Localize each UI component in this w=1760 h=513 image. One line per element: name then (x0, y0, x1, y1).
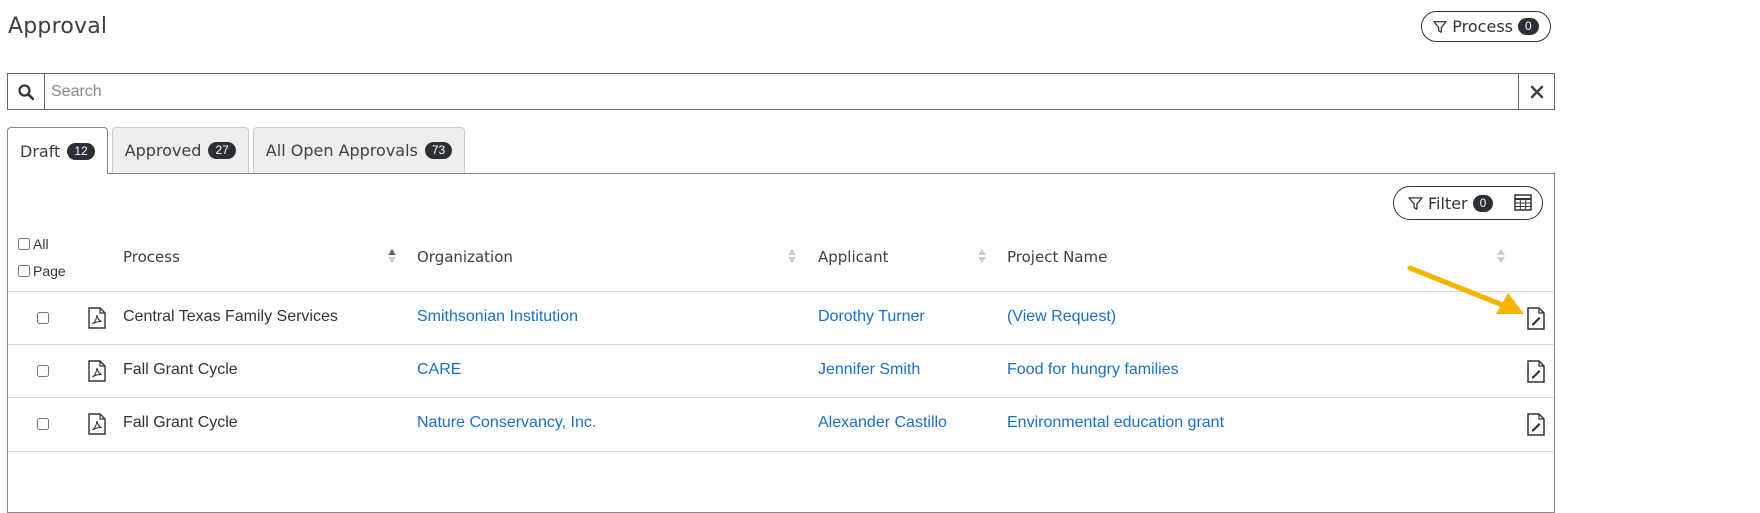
row-divider (8, 451, 1554, 452)
project-name-link[interactable]: Environmental education grant (1007, 414, 1224, 432)
column-header-project-name[interactable]: Project Name (1007, 248, 1107, 266)
page-title: Approval (8, 14, 108, 39)
column-header-applicant[interactable]: Applicant (818, 248, 888, 266)
select-all-input[interactable] (18, 238, 30, 250)
table-grid-icon[interactable] (1514, 194, 1532, 211)
organization-link[interactable]: Nature Conservancy, Inc. (417, 414, 596, 432)
search-input[interactable] (45, 74, 1518, 109)
tab-count-badge: 27 (208, 142, 236, 159)
select-all-label: All (33, 236, 49, 252)
column-header-process[interactable]: Process (123, 248, 180, 266)
pdf-file-icon[interactable] (88, 307, 106, 329)
tab-label: All Open Approvals (265, 141, 418, 160)
tab-label: Draft (20, 141, 61, 161)
process-count-badge: 0 (1518, 18, 1539, 35)
process-button-label: Process (1452, 17, 1513, 36)
sort-applicant-icon[interactable] (978, 249, 986, 265)
filter-icon (1408, 196, 1423, 210)
column-header-organization[interactable]: Organization (417, 248, 513, 266)
edit-document-icon[interactable] (1527, 307, 1545, 330)
clear-search-button[interactable] (1518, 74, 1554, 109)
project-name-link[interactable]: (View Request) (1007, 308, 1116, 326)
sort-process-icon[interactable] (388, 249, 396, 265)
approval-table-panel (7, 173, 1555, 513)
select-page-label: Page (33, 263, 66, 279)
row-checkbox[interactable] (37, 312, 49, 324)
sort-project-name-icon[interactable] (1497, 249, 1505, 265)
tab-count-badge: 73 (424, 142, 453, 159)
search-icon[interactable] (8, 74, 45, 109)
row-checkbox[interactable] (37, 365, 49, 377)
tab-approved[interactable]: Approved 27 (111, 127, 249, 173)
search-bar (7, 73, 1555, 110)
project-name-link[interactable]: Food for hungry families (1007, 361, 1179, 379)
sort-organization-icon[interactable] (788, 249, 796, 265)
close-icon (1530, 85, 1543, 98)
pdf-file-icon[interactable] (88, 413, 106, 435)
row-checkbox[interactable] (37, 418, 49, 430)
process-cell: Fall Grant Cycle (123, 361, 238, 378)
applicant-link[interactable]: Alexander Castillo (818, 414, 947, 432)
edit-document-icon[interactable] (1527, 360, 1545, 383)
header-divider (8, 291, 1554, 292)
approval-tabs: Draft 12 Approved 27 All Open Approvals … (7, 127, 466, 174)
tab-all-open-approvals[interactable]: All Open Approvals 73 (252, 127, 466, 173)
tab-label: Approved (124, 141, 202, 160)
organization-link[interactable]: CARE (417, 361, 461, 379)
process-filter-button[interactable]: Process 0 (1421, 11, 1551, 42)
tab-draft[interactable]: Draft 12 (7, 127, 108, 174)
organization-link[interactable]: Smithsonian Institution (417, 308, 578, 326)
process-cell: Central Texas Family Services (123, 308, 338, 325)
applicant-link[interactable]: Dorothy Turner (818, 308, 925, 326)
tab-count-badge: 12 (67, 142, 95, 160)
select-page-checkbox[interactable]: Page (18, 263, 66, 279)
applicant-link[interactable]: Jennifer Smith (818, 361, 920, 379)
filter-icon (1433, 20, 1448, 33)
row-divider (8, 397, 1554, 398)
row-divider (8, 344, 1554, 345)
select-page-input[interactable] (18, 265, 30, 277)
filter-count-badge: 0 (1472, 194, 1494, 212)
pdf-file-icon[interactable] (88, 360, 106, 382)
filter-button-label: Filter (1428, 193, 1468, 213)
edit-document-icon[interactable] (1527, 413, 1545, 436)
process-cell: Fall Grant Cycle (123, 414, 238, 431)
select-all-checkbox[interactable]: All (18, 236, 49, 252)
